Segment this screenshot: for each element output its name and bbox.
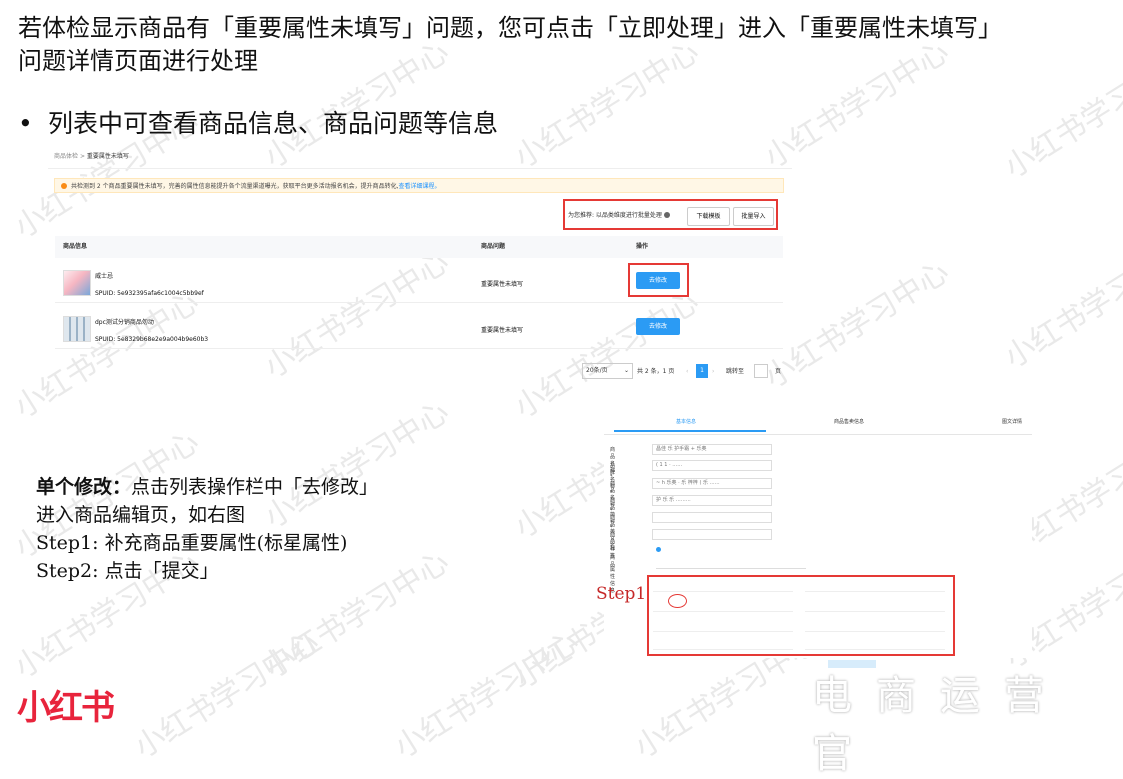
single-edit-description: 单个修改：点击列表操作栏中「去修改」 进入商品编辑页，如右图 Step1: 补充… [36, 473, 378, 585]
bullet-item: • 列表中可查看商品信息、商品问题等信息 [18, 104, 498, 140]
product-thumbnail [63, 316, 91, 342]
fix-button-highlight [628, 263, 689, 297]
column-header-issue: 商品问题 [481, 243, 506, 250]
product-name: dpc测试分销商品勿动 [95, 319, 154, 326]
breadcrumb-current: 重要属性未填写 [86, 153, 129, 160]
attribute-row[interactable] [653, 583, 793, 592]
tab-sale-info[interactable]: 商品售卖信息 [834, 418, 864, 425]
form-input[interactable]: 护 乐 乐 ……… [652, 495, 772, 506]
intro-line-2: 问题详情页面进行处理 [18, 47, 258, 75]
page-unit: 页 [775, 368, 782, 375]
column-header-action: 操作 [636, 243, 649, 250]
info-icon [663, 212, 670, 218]
pagination: 20条/页 ⌄ 共 2 条，1 页 ‹ 1 › 跳转至 页 [582, 363, 792, 381]
active-tab-indicator [614, 430, 766, 432]
jump-input[interactable] [754, 364, 768, 378]
batch-import-button[interactable]: 批量导入 [733, 207, 774, 226]
warning-icon [61, 183, 67, 189]
step1-text: Step1: 补充商品重要属性(标星属性) [36, 532, 348, 554]
recommend-hint: 为您推荐: 以品类维度进行批量处理 [568, 210, 670, 219]
form-input[interactable] [652, 529, 772, 540]
edit-page-screenshot: 基本信息 商品售卖信息 图文详情 商品名称 * 昌佳 乐 护手霜 + 乐奥 品牌名… [604, 408, 1032, 668]
edit-tabs: 基本信息 商品售卖信息 图文详情 [604, 408, 1032, 435]
pager-summary: 共 2 条，1 页 [637, 368, 675, 375]
product-spuid: SPUID: 5e8329b68e2e9a004b9e60b3 [95, 336, 209, 343]
breadcrumb-parent[interactable]: 商品体检 [54, 153, 78, 160]
product-spuid: SPUID: 5e932395afa6c1004c5bb9ef [95, 290, 204, 297]
bullet-text: 列表中可查看商品信息、商品问题等信息 [48, 109, 499, 138]
bullet-dot: • [18, 109, 33, 138]
form-input[interactable]: ~ h 乐奥 · 乐 梓梓 ( 乐 …… [652, 478, 772, 489]
table-header: 商品信息 商品问题 操作 [55, 236, 783, 258]
column-header-info: 商品信息 [63, 243, 88, 250]
current-page[interactable]: 1 [696, 364, 708, 378]
form-input[interactable]: 昌佳 乐 护手霜 + 乐奥 [652, 444, 772, 455]
table-row: dpc测试分销商品勿动 SPUID: 5e8329b68e2e9a004b9e6… [55, 308, 783, 349]
attribute-row[interactable] [805, 623, 945, 632]
tab-basic-info[interactable]: 基本信息 [676, 418, 696, 425]
attribute-row[interactable] [805, 641, 945, 650]
step1-label: Step1 [596, 584, 647, 604]
breadcrumb: 商品体检 > 重要属性未填写 [54, 151, 129, 160]
next-page-icon[interactable]: › [712, 363, 714, 381]
attribute-row[interactable] [653, 641, 793, 650]
fix-button[interactable]: 去修改 [636, 318, 680, 335]
single-edit-line2: 进入商品编辑页，如右图 [36, 504, 246, 526]
form-input[interactable]: ( 1 1 · …… [652, 460, 772, 471]
chevron-down-icon: ⌄ [623, 367, 629, 374]
product-thumbnail [63, 270, 91, 296]
attribute-row[interactable] [805, 583, 945, 592]
jump-label: 跳转至 [726, 368, 745, 375]
page-size-select[interactable]: 20条/页 ⌄ [582, 363, 633, 379]
step2-text: Step2: 点击「提交」 [36, 560, 219, 582]
tab-detail[interactable]: 图文详情 [1002, 418, 1022, 425]
required-mark-circle [668, 594, 687, 608]
download-template-button[interactable]: 下载模板 [687, 207, 730, 226]
watermark: 小红书学习中心 [998, 234, 1123, 376]
xiaohongshu-logo: 小红书 [17, 688, 115, 728]
radio-icon[interactable] [656, 547, 661, 552]
single-edit-title-rest: 点击列表操作栏中「去修改」 [131, 476, 379, 498]
attribute-row[interactable] [653, 623, 793, 632]
attribute-highlight [647, 575, 955, 656]
intro-paragraph: 若体检显示商品有「重要属性未填写」问题，您可点击「立即处理」进入「重要属性未填写… [18, 12, 1108, 78]
notice-link[interactable]: 查看详细课程。 [399, 183, 441, 190]
intro-line-1: 若体检显示商品有「重要属性未填写」问题，您可点击「立即处理」进入「重要属性未填写… [18, 14, 1002, 42]
form-input[interactable] [652, 512, 772, 523]
watermark: 小红书学习中心 [388, 624, 586, 766]
prev-page-icon[interactable]: ‹ [686, 363, 688, 381]
breadcrumb-separator: > [79, 153, 85, 160]
product-issue: 重要属性未填写 [481, 281, 524, 288]
notice-bar: 共检测到 2 个商品重要属性未填写，完善的属性信息能提升各个流量渠道曝光，获取平… [54, 178, 784, 193]
watermark: 小红书学习中心 [128, 624, 326, 766]
divider [48, 168, 792, 169]
hint-line [656, 568, 806, 569]
product-name: 威士忌 [95, 273, 114, 280]
product-issue: 重要属性未填写 [481, 327, 524, 334]
single-edit-title: 单个修改 [36, 476, 113, 498]
brand-watermark: 电商运营官 [812, 673, 1068, 777]
notice-text: 共检测到 2 个商品重要属性未填写，完善的属性信息能提升各个流量渠道曝光，获取平… [71, 183, 399, 190]
attribute-row[interactable] [805, 603, 945, 612]
